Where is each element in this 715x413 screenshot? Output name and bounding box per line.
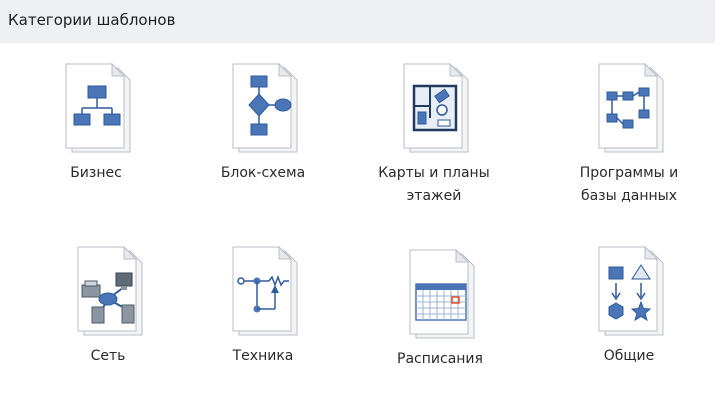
category-network[interactable]: Сеть [38, 245, 178, 410]
category-label: Карты и планы этажей [378, 165, 490, 204]
category-label: Расписания [397, 351, 483, 367]
category-engineering[interactable]: Техника [193, 245, 333, 410]
category-general[interactable]: Общие [559, 245, 699, 410]
category-maps-floor-plans[interactable]: Карты и планы этажей [364, 62, 504, 227]
schedule-calendar-icon [409, 248, 475, 339]
template-categories-header: Категории шаблонов [0, 0, 715, 43]
software-database-icon [598, 62, 664, 153]
network-icon [77, 245, 143, 336]
category-label: Блок-схема [220, 165, 306, 181]
business-org-chart-icon [65, 62, 131, 153]
category-label: Программы и базы данных [579, 165, 679, 204]
category-software-databases[interactable]: Программы и базы данных [559, 62, 699, 227]
general-shapes-icon [598, 245, 664, 336]
category-schedules[interactable]: Расписания [370, 248, 510, 413]
engineering-icon [232, 245, 298, 336]
category-flowchart[interactable]: Блок-схема [193, 62, 333, 227]
flowchart-icon [232, 62, 298, 153]
floor-plan-icon [403, 62, 469, 153]
category-label: Бизнес [70, 165, 122, 181]
category-label: Общие [603, 348, 655, 364]
category-label: Сеть [90, 348, 126, 364]
header-title: Категории шаблонов [8, 11, 176, 29]
category-business[interactable]: Бизнес [26, 62, 166, 227]
category-label: Техника [232, 348, 294, 364]
